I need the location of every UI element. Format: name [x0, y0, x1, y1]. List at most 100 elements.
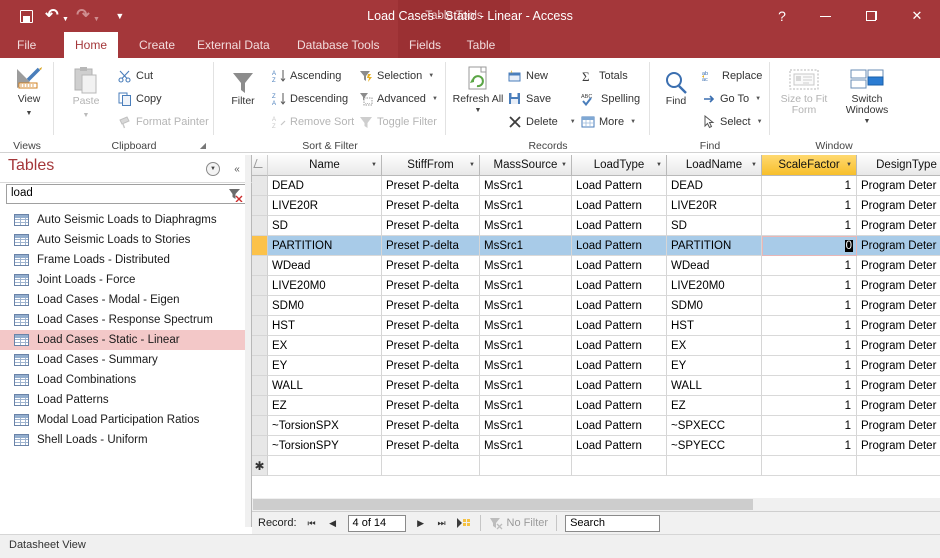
- cell-name[interactable]: ~TorsionSPY: [268, 436, 382, 456]
- cell-scalefactor[interactable]: 1: [762, 176, 857, 196]
- chevron-down-icon[interactable]: ▼: [475, 105, 482, 116]
- cell-loadname[interactable]: SD: [667, 216, 762, 236]
- cell-designtype[interactable]: Program Deter: [857, 296, 940, 316]
- cell-loadtype[interactable]: Load Pattern: [572, 436, 667, 456]
- save-record-button[interactable]: Save: [508, 89, 551, 109]
- chevron-down-icon[interactable]: ▼: [428, 73, 434, 79]
- clear-filter-icon[interactable]: [227, 187, 243, 203]
- cell-name[interactable]: ~TorsionSPX: [268, 416, 382, 436]
- table-row[interactable]: EX Preset P-delta MsSrc1 Load Pattern EX…: [252, 336, 940, 356]
- cell-stifffrom[interactable]: Preset P-delta: [382, 316, 480, 336]
- tab-external-data[interactable]: External Data: [186, 32, 281, 58]
- navigation-pane-splitter[interactable]: [245, 155, 251, 527]
- cell-name[interactable]: DEAD: [268, 176, 382, 196]
- cell-loadtype[interactable]: Load Pattern: [572, 196, 667, 216]
- sort-descending-button[interactable]: Z A Descending: [272, 89, 348, 109]
- chevron-double-left-icon[interactable]: «: [228, 160, 246, 178]
- cell-scalefactor[interactable]: 1: [762, 436, 857, 456]
- cell-stifffrom[interactable]: Preset P-delta: [382, 336, 480, 356]
- row-selector[interactable]: [252, 196, 268, 216]
- first-record-icon[interactable]: ⏮: [303, 514, 321, 532]
- cell-name[interactable]: HST: [268, 316, 382, 336]
- chevron-down-icon[interactable]: ▼: [371, 162, 377, 168]
- cell-designtype[interactable]: Program Deter: [857, 236, 940, 256]
- cell-designtype[interactable]: Program Deter: [857, 416, 940, 436]
- cell-name[interactable]: WALL: [268, 376, 382, 396]
- tab-home[interactable]: Home: [64, 32, 119, 58]
- cell-scalefactor[interactable]: 1: [762, 256, 857, 276]
- table-row[interactable]: WALL Preset P-delta MsSrc1 Load Pattern …: [252, 376, 940, 396]
- cell-stifffrom[interactable]: Preset P-delta: [382, 416, 480, 436]
- more-button[interactable]: More ▼: [581, 112, 636, 132]
- row-selector[interactable]: [252, 356, 268, 376]
- select-button[interactable]: Select ▼: [702, 112, 763, 132]
- cell-loadtype[interactable]: Load Pattern: [572, 256, 667, 276]
- column-header-masssource[interactable]: MassSource ▼: [480, 155, 572, 176]
- cell-scalefactor[interactable]: 1: [762, 336, 857, 356]
- totals-button[interactable]: Σ Totals: [581, 66, 628, 86]
- cell-loadtype[interactable]: Load Pattern: [572, 396, 667, 416]
- navigation-search-box[interactable]: load: [6, 184, 246, 204]
- row-selector[interactable]: [252, 416, 268, 436]
- cell-designtype[interactable]: Program Deter: [857, 256, 940, 276]
- cell-loadtype[interactable]: Load Pattern: [572, 276, 667, 296]
- cell-masssource[interactable]: MsSrc1: [480, 356, 572, 376]
- cell-stifffrom[interactable]: Preset P-delta: [382, 296, 480, 316]
- tab-database-tools[interactable]: Database Tools: [286, 32, 391, 58]
- cut-button[interactable]: Cut: [118, 66, 153, 86]
- cell-designtype[interactable]: Program Deter: [857, 436, 940, 456]
- table-row[interactable]: SD Preset P-delta MsSrc1 Load Pattern SD…: [252, 216, 940, 236]
- row-selector[interactable]: [252, 276, 268, 296]
- row-selector[interactable]: [252, 336, 268, 356]
- chevron-down-icon[interactable]: ▼: [630, 119, 636, 125]
- table-row[interactable]: DEAD Preset P-delta MsSrc1 Load Pattern …: [252, 176, 940, 196]
- undo-icon[interactable]: ↶: [40, 3, 64, 29]
- cell-scalefactor-new[interactable]: [762, 456, 857, 476]
- table-row[interactable]: HST Preset P-delta MsSrc1 Load Pattern H…: [252, 316, 940, 336]
- cell-loadname[interactable]: WALL: [667, 376, 762, 396]
- nav-item-load-patterns[interactable]: Load Patterns: [0, 390, 251, 410]
- cell-loadname-new[interactable]: [667, 456, 762, 476]
- chevron-down-icon[interactable]: ▼: [83, 110, 90, 122]
- cell-masssource[interactable]: MsSrc1: [480, 196, 572, 216]
- table-row[interactable]: LIVE20R Preset P-delta MsSrc1 Load Patte…: [252, 196, 940, 216]
- row-selector[interactable]: [252, 376, 268, 396]
- cell-loadname[interactable]: SDM0: [667, 296, 762, 316]
- chevron-down-icon[interactable]: ▼: [751, 162, 757, 168]
- chevron-down-icon[interactable]: ▼: [570, 119, 576, 125]
- row-selector-active[interactable]: [252, 236, 268, 256]
- column-header-loadtype[interactable]: LoadType ▼: [572, 155, 667, 176]
- paste-button[interactable]: Paste ▼: [62, 66, 110, 121]
- refresh-all-button[interactable]: Refresh All ▼: [452, 66, 504, 116]
- cell-stifffrom[interactable]: Preset P-delta: [382, 436, 480, 456]
- table-row-selected[interactable]: PARTITION Preset P-delta MsSrc1 Load Pat…: [252, 236, 940, 256]
- cell-masssource[interactable]: MsSrc1: [480, 436, 572, 456]
- chevron-down-icon[interactable]: ▼: [757, 119, 763, 125]
- redo-dropdown-icon[interactable]: ▼: [93, 10, 100, 23]
- cell-designtype[interactable]: Program Deter: [857, 396, 940, 416]
- restore-icon[interactable]: [848, 0, 894, 32]
- tab-create[interactable]: Create: [128, 32, 186, 58]
- horizontal-scrollbar[interactable]: [252, 498, 940, 511]
- new-record-marker[interactable]: ✱: [252, 456, 268, 476]
- cell-name[interactable]: LIVE20M0: [268, 276, 382, 296]
- column-header-loadname[interactable]: LoadName ▼: [667, 155, 762, 176]
- cell-scalefactor-editing[interactable]: 0: [762, 236, 857, 256]
- cell-loadname[interactable]: ~SPYECC: [667, 436, 762, 456]
- cell-scalefactor[interactable]: 1: [762, 196, 857, 216]
- row-selector[interactable]: [252, 396, 268, 416]
- cell-masssource[interactable]: MsSrc1: [480, 376, 572, 396]
- cell-masssource-new[interactable]: [480, 456, 572, 476]
- new-record-row[interactable]: ✱: [252, 456, 940, 476]
- cell-masssource[interactable]: MsSrc1: [480, 256, 572, 276]
- cell-stifffrom[interactable]: Preset P-delta: [382, 356, 480, 376]
- cell-designtype[interactable]: Program Deter: [857, 276, 940, 296]
- row-selector[interactable]: [252, 436, 268, 456]
- selection-filter-button[interactable]: Selection ▼: [359, 66, 434, 86]
- nav-item-shell-loads-uniform[interactable]: Shell Loads - Uniform: [0, 430, 251, 450]
- cell-masssource[interactable]: MsSrc1: [480, 336, 572, 356]
- cell-scalefactor[interactable]: 1: [762, 356, 857, 376]
- cell-name-new[interactable]: [268, 456, 382, 476]
- nav-item-load-cases-summary[interactable]: Load Cases - Summary: [0, 350, 251, 370]
- row-selector[interactable]: [252, 296, 268, 316]
